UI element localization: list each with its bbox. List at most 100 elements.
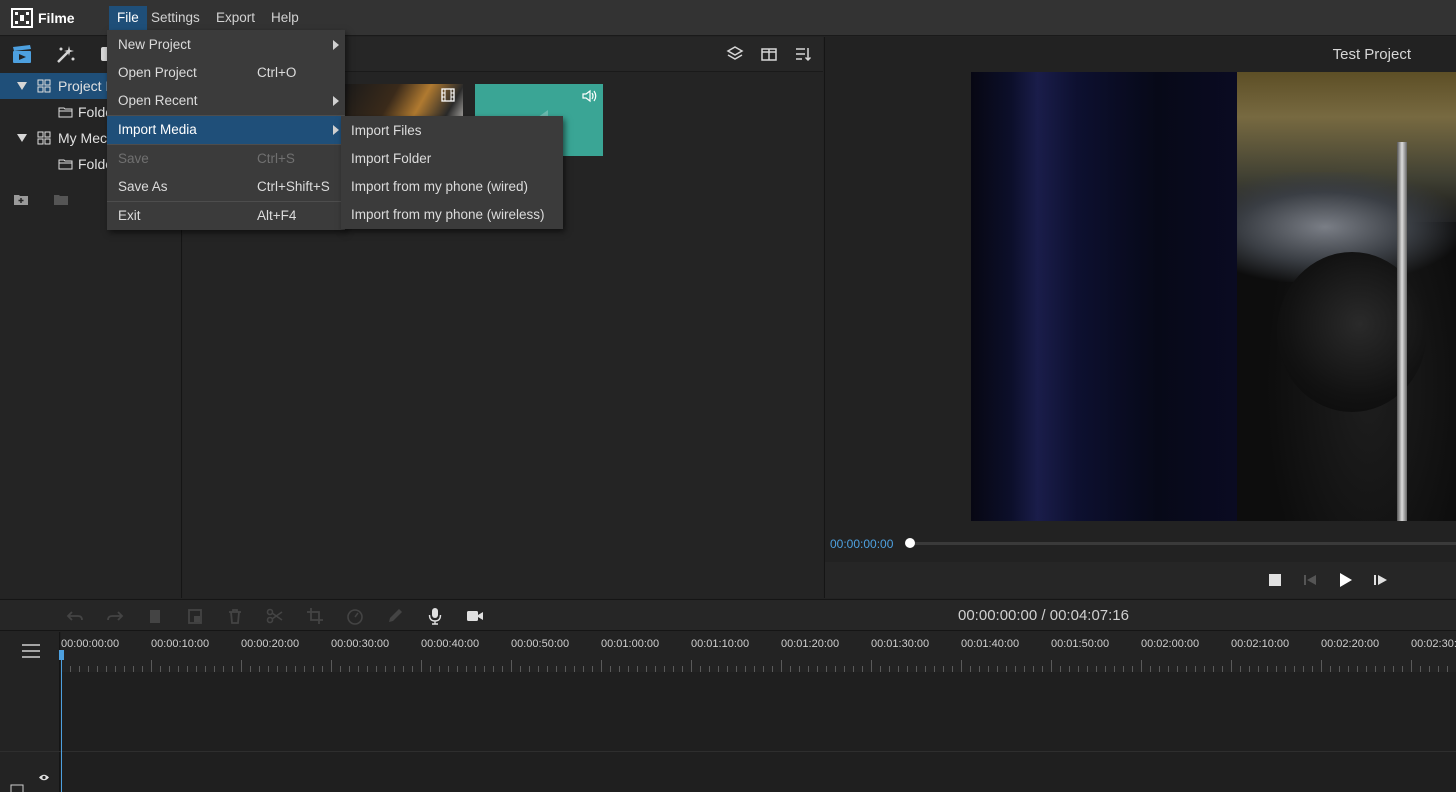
playhead[interactable]	[61, 650, 62, 792]
ruler-tick	[97, 666, 98, 672]
crop-icon[interactable]	[306, 607, 324, 625]
media-clapper-icon[interactable]	[11, 44, 33, 64]
ruler-time-label: 00:02:00:00	[1141, 638, 1200, 650]
current-time: 00:00:00:00	[830, 537, 894, 551]
play-icon[interactable]	[1336, 571, 1354, 589]
expand-triangle-icon[interactable]	[17, 82, 27, 90]
file-menu-dropdown: New Project Open Project Ctrl+O Open Rec…	[107, 30, 345, 230]
menu-import-folder[interactable]: Import Folder	[341, 145, 563, 173]
menu-exit[interactable]: Exit Alt+F4	[107, 202, 345, 230]
ruler-tick	[1249, 666, 1250, 672]
menu-label: Open Project	[118, 65, 197, 80]
ruler-tick	[700, 666, 701, 672]
delete-folder-icon[interactable]	[53, 194, 69, 206]
menu-help[interactable]: Help	[263, 6, 307, 30]
ruler-tick	[1402, 666, 1403, 672]
microphone-icon[interactable]	[426, 607, 444, 625]
previous-frame-icon[interactable]	[1301, 571, 1319, 589]
ruler-tick	[484, 666, 485, 672]
menu-settings[interactable]: Settings	[143, 6, 208, 30]
copy-icon[interactable]	[146, 607, 164, 625]
record-camera-icon[interactable]	[466, 607, 484, 625]
preview-fork	[1397, 142, 1407, 521]
menu-label: Save	[118, 151, 149, 166]
menu-save[interactable]: Save Ctrl+S	[107, 145, 345, 173]
menu-shortcut: Alt+F4	[257, 208, 297, 223]
ruler-time-label: 00:00:10:00	[151, 638, 210, 650]
expand-triangle-icon[interactable]	[17, 134, 27, 142]
ruler-tick	[259, 666, 260, 672]
ruler-tick	[349, 666, 350, 672]
speed-icon[interactable]	[346, 607, 364, 625]
menu-label: Exit	[118, 208, 141, 223]
ruler-tick	[637, 666, 638, 672]
import-media-submenu: Import Files Import Folder Import from m…	[341, 116, 563, 229]
ruler-tick	[169, 666, 170, 672]
sort-icon[interactable]	[794, 45, 812, 63]
ruler-tick	[844, 666, 845, 672]
menu-save-as[interactable]: Save As Ctrl+Shift+S	[107, 173, 345, 201]
ruler-tick	[817, 666, 818, 672]
ruler-tick	[457, 666, 458, 672]
delete-icon[interactable]	[226, 607, 244, 625]
ruler-tick	[1285, 666, 1286, 672]
ruler-tick	[529, 666, 530, 672]
stop-icon[interactable]	[1266, 571, 1284, 589]
ruler-tick	[556, 666, 557, 672]
ruler-tick	[853, 666, 854, 672]
ruler-tick	[709, 666, 710, 672]
project-title: Test Project	[1332, 46, 1411, 63]
paste-icon[interactable]	[186, 607, 204, 625]
split-view-icon[interactable]	[760, 45, 778, 63]
next-frame-icon[interactable]	[1371, 571, 1389, 589]
menu-import-phone-wired[interactable]: Import from my phone (wired)	[341, 173, 563, 201]
preview-scrubber[interactable]	[909, 542, 1456, 545]
visibility-eye-icon[interactable]	[38, 773, 50, 782]
ruler-tick	[286, 666, 287, 672]
ruler-tick	[646, 666, 647, 672]
ruler-tick	[934, 666, 935, 672]
ruler-tick	[151, 660, 152, 672]
menu-file[interactable]: File	[109, 6, 147, 30]
menu-new-project[interactable]: New Project	[107, 31, 345, 59]
ruler-tick	[502, 666, 503, 672]
menu-import-phone-wireless[interactable]: Import from my phone (wireless)	[341, 201, 563, 229]
ruler-tick	[1060, 666, 1061, 672]
ruler-tick	[925, 666, 926, 672]
ruler-tick	[1303, 666, 1304, 672]
ruler-tick	[178, 666, 179, 672]
ruler-tick	[1069, 666, 1070, 672]
ruler-tick	[1267, 666, 1268, 672]
menu-export[interactable]: Export	[208, 6, 263, 30]
timeline-ruler[interactable]: 00:00:00:00 00:00:10:00 00:00:20:00 00:00:3…	[61, 632, 1456, 672]
split-scissors-icon[interactable]	[266, 607, 284, 625]
menu-import-media[interactable]: Import Media	[107, 116, 345, 144]
ruler-tick	[1339, 666, 1340, 672]
ruler-tick	[70, 666, 71, 672]
ruler-tick	[601, 660, 602, 672]
layers-icon[interactable]	[726, 45, 744, 63]
add-folder-icon[interactable]	[13, 194, 29, 206]
menu-open-recent[interactable]: Open Recent	[107, 87, 345, 115]
ruler-tick	[952, 666, 953, 672]
edit-pen-icon[interactable]	[386, 607, 404, 625]
ruler-tick	[340, 666, 341, 672]
redo-icon[interactable]	[106, 607, 124, 625]
ruler-tick	[1213, 666, 1214, 672]
film-icon	[441, 88, 455, 102]
ruler-tick	[79, 666, 80, 672]
menu-import-files[interactable]: Import Files	[341, 117, 563, 145]
ruler-tick	[1258, 666, 1259, 672]
ruler-time-label: 00:02:20:00	[1321, 638, 1380, 650]
ruler-tick	[1015, 666, 1016, 672]
effects-magic-icon[interactable]	[54, 44, 76, 64]
undo-icon[interactable]	[66, 607, 84, 625]
timeline-menu-icon[interactable]	[22, 644, 40, 658]
menu-open-project[interactable]: Open Project Ctrl+O	[107, 59, 345, 87]
playhead-handle[interactable]	[59, 650, 64, 660]
timeline-track-headers	[0, 632, 60, 792]
scrubber-handle[interactable]	[905, 538, 915, 548]
ruler-tick	[547, 666, 548, 672]
ruler-tick	[781, 660, 782, 672]
ruler-tick	[1438, 666, 1439, 672]
